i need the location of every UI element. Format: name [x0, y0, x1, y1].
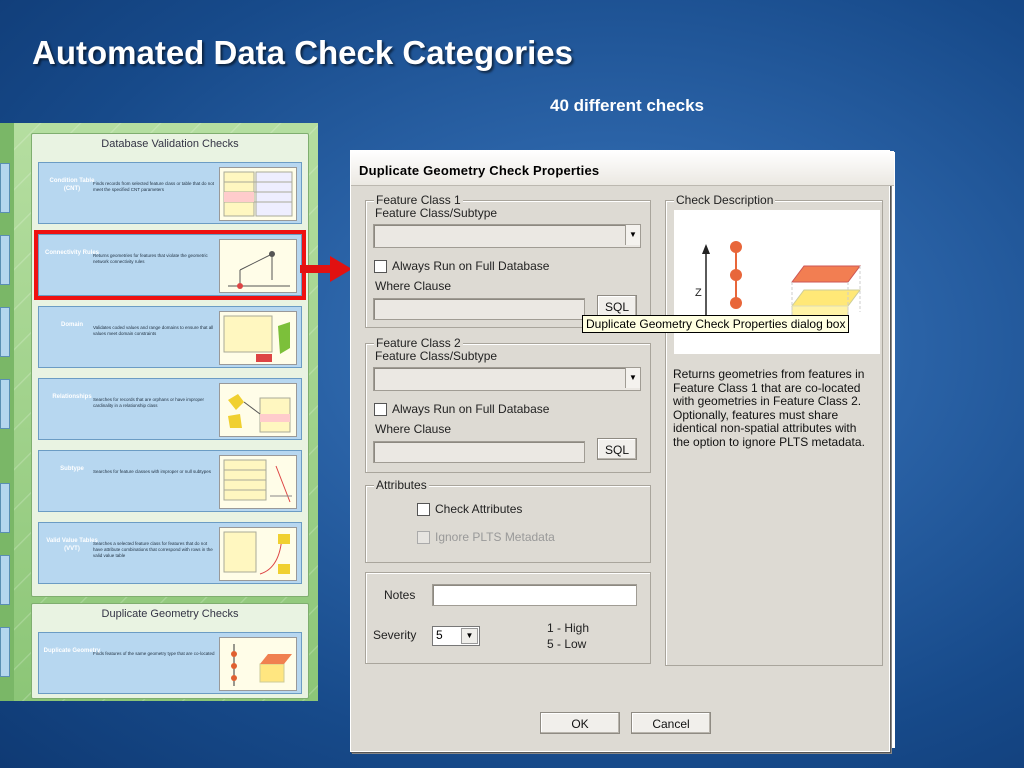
- chevron-down-icon[interactable]: ▼: [625, 225, 640, 245]
- chevron-down-icon[interactable]: ▼: [461, 628, 478, 644]
- notes-input[interactable]: [432, 584, 637, 606]
- fc2-subtype-label: Feature Class/Subtype: [375, 349, 498, 363]
- fc1-sql-button[interactable]: SQL: [597, 295, 637, 317]
- check-attributes-label: Check Attributes: [435, 502, 523, 516]
- fc1-where-input[interactable]: [373, 298, 585, 320]
- fc2-subtype-combo[interactable]: ▼: [373, 367, 641, 391]
- thumb-table-icon: [219, 167, 297, 221]
- severity-high-label: 1 - High: [547, 621, 590, 635]
- red-arrow-icon: [300, 256, 352, 282]
- database-validation-title: Database Validation Checks: [101, 138, 239, 150]
- attributes-group: Attributes: [365, 478, 651, 563]
- slide-subtitle: 40 different checks: [550, 96, 705, 115]
- duplicate-geometry-panel: Duplicate Geometry Checks Duplicate Geom…: [31, 603, 309, 699]
- thumb-network-icon: [219, 239, 297, 293]
- check-categories-poster: Database Validation Checks Condition Tab…: [0, 123, 318, 701]
- ok-button[interactable]: OK: [540, 712, 620, 734]
- card-domain: Domain Validates coded values and range …: [38, 306, 302, 368]
- check-description-text: Returns geometries from features in Feat…: [673, 367, 865, 449]
- fc2-sql-button[interactable]: SQL: [597, 438, 637, 460]
- check-description-legend: Check Description: [674, 193, 776, 207]
- cancel-button[interactable]: Cancel: [631, 712, 711, 734]
- dialog-title: Duplicate Geometry Check Properties: [359, 163, 600, 178]
- feature-class-1-legend: Feature Class 1: [374, 193, 463, 207]
- fc2-where-label: Where Clause: [375, 422, 452, 436]
- fc1-always-run-checkbox[interactable]: [374, 260, 387, 273]
- poster-left-strip: [0, 123, 14, 701]
- card-valid-value-tables: Valid Value Tables (VVT) Searches a sele…: [38, 522, 302, 584]
- fc2-where-input[interactable]: [373, 441, 585, 463]
- attributes-legend: Attributes: [374, 478, 429, 492]
- card-subtype: Subtype Searches for feature classes wit…: [38, 450, 302, 512]
- ignore-plts-checkbox[interactable]: [417, 531, 430, 544]
- card-relationships: Relationships Searches for records that …: [38, 378, 302, 440]
- notes-label: Notes: [384, 588, 416, 602]
- duplicate-geometry-title: Duplicate Geometry Checks: [101, 608, 239, 620]
- dialog-title-bar[interactable]: Duplicate Geometry Check Properties: [351, 151, 894, 186]
- severity-label: Severity: [373, 628, 417, 642]
- card-duplicate-geometry: Duplicate Geometry Finds features of the…: [38, 632, 302, 694]
- fc1-always-run-label: Always Run on Full Database: [392, 259, 550, 273]
- fc1-where-label: Where Clause: [375, 279, 452, 293]
- fc2-always-run-checkbox[interactable]: [374, 403, 387, 416]
- database-validation-panel: Database Validation Checks Condition Tab…: [31, 133, 309, 597]
- check-attributes-checkbox[interactable]: [417, 503, 430, 516]
- slide-title: Automated Data Check Categories: [32, 34, 573, 71]
- thumb-subtype-icon: [219, 455, 297, 509]
- thumb-domain-icon: [219, 311, 297, 365]
- z-axis-label: Z: [695, 287, 702, 299]
- chevron-down-icon[interactable]: ▼: [625, 368, 640, 388]
- severity-low-label: 5 - Low: [547, 637, 587, 651]
- card-condition-table: Condition Table (CNT) Finds records from…: [38, 162, 302, 224]
- dialog-tooltip: Duplicate Geometry Check Properties dial…: [582, 315, 850, 333]
- thumb-duplicate-icon: [219, 637, 297, 691]
- fc1-subtype-combo[interactable]: ▼: [373, 224, 641, 248]
- card-connectivity-rules: Connectivity Rules Returns geometries fo…: [34, 230, 306, 300]
- thumb-vvt-icon: [219, 527, 297, 581]
- severity-select[interactable]: 5 ▼: [432, 626, 480, 646]
- feature-class-2-legend: Feature Class 2: [374, 336, 463, 350]
- fc1-subtype-label: Feature Class/Subtype: [375, 206, 498, 220]
- fc2-always-run-label: Always Run on Full Database: [392, 402, 550, 416]
- thumb-relationship-icon: [219, 383, 297, 437]
- ignore-plts-label: Ignore PLTS Metadata: [435, 530, 555, 544]
